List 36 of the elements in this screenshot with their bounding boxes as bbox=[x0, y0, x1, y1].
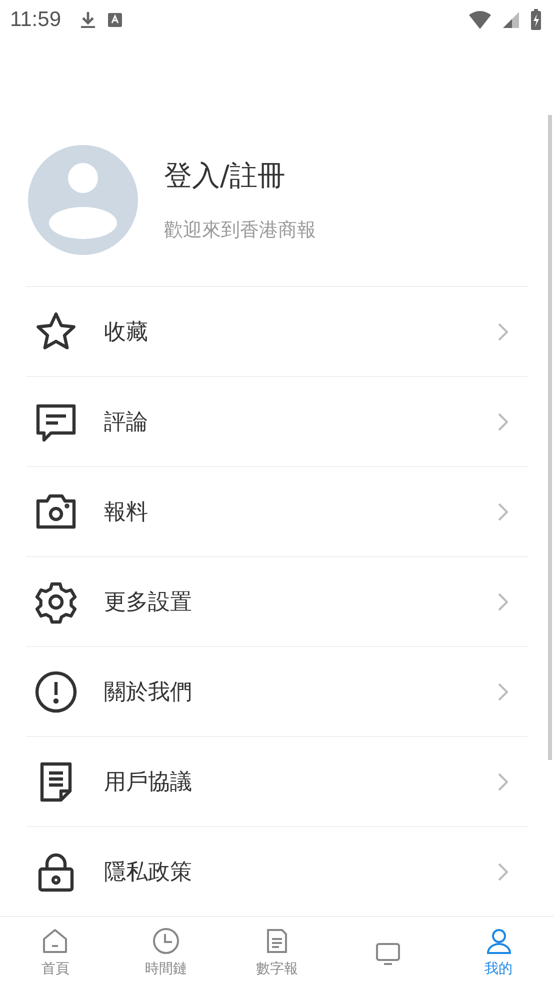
download-icon bbox=[79, 10, 97, 30]
menu-item[interactable]: 用戶協議 bbox=[26, 737, 528, 827]
menu-item[interactable]: 收藏 bbox=[26, 287, 528, 377]
chevron-right-icon bbox=[498, 502, 508, 520]
clock-icon bbox=[151, 926, 182, 956]
menu-label: 報料 bbox=[104, 498, 149, 526]
menu-item[interactable]: 評論 bbox=[26, 377, 528, 467]
nav-tab[interactable]: 數字報 bbox=[222, 917, 332, 984]
chevron-right-icon bbox=[498, 682, 508, 700]
chevron-right-icon bbox=[498, 862, 508, 880]
login-link[interactable]: 登入/註冊 bbox=[164, 157, 316, 195]
chevron-right-icon bbox=[498, 412, 508, 430]
menu-label: 評論 bbox=[104, 408, 149, 436]
chevron-right-icon bbox=[498, 772, 508, 790]
wifi-icon bbox=[468, 10, 492, 30]
nav-tab[interactable]: 我的 bbox=[443, 917, 554, 984]
nav-tab[interactable]: 時間鏈 bbox=[110, 917, 222, 984]
menu-item[interactable]: 隱私政策 bbox=[26, 827, 528, 916]
signal-icon bbox=[502, 11, 520, 29]
chevron-right-icon bbox=[498, 322, 508, 340]
info-icon bbox=[34, 670, 78, 714]
keyboard-icon bbox=[107, 12, 123, 28]
menu-label: 隱私政策 bbox=[104, 858, 193, 886]
battery-icon bbox=[530, 9, 542, 31]
nav-tab[interactable]: 首頁 bbox=[0, 917, 111, 984]
chevron-right-icon bbox=[498, 592, 508, 610]
menu-item[interactable]: 關於我們 bbox=[26, 647, 528, 737]
welcome-text: 歡迎來到香港商報 bbox=[164, 218, 316, 243]
menu-item[interactable]: 更多設置 bbox=[26, 557, 528, 647]
menu-label: 用戶協議 bbox=[104, 768, 193, 796]
menu-label: 關於我們 bbox=[104, 678, 193, 706]
status-time: 11:59 bbox=[10, 8, 61, 32]
menu-label: 收藏 bbox=[104, 318, 149, 346]
menu-item[interactable]: 報料 bbox=[26, 467, 528, 557]
menu-label: 更多設置 bbox=[104, 588, 193, 616]
settings-icon bbox=[34, 580, 78, 624]
